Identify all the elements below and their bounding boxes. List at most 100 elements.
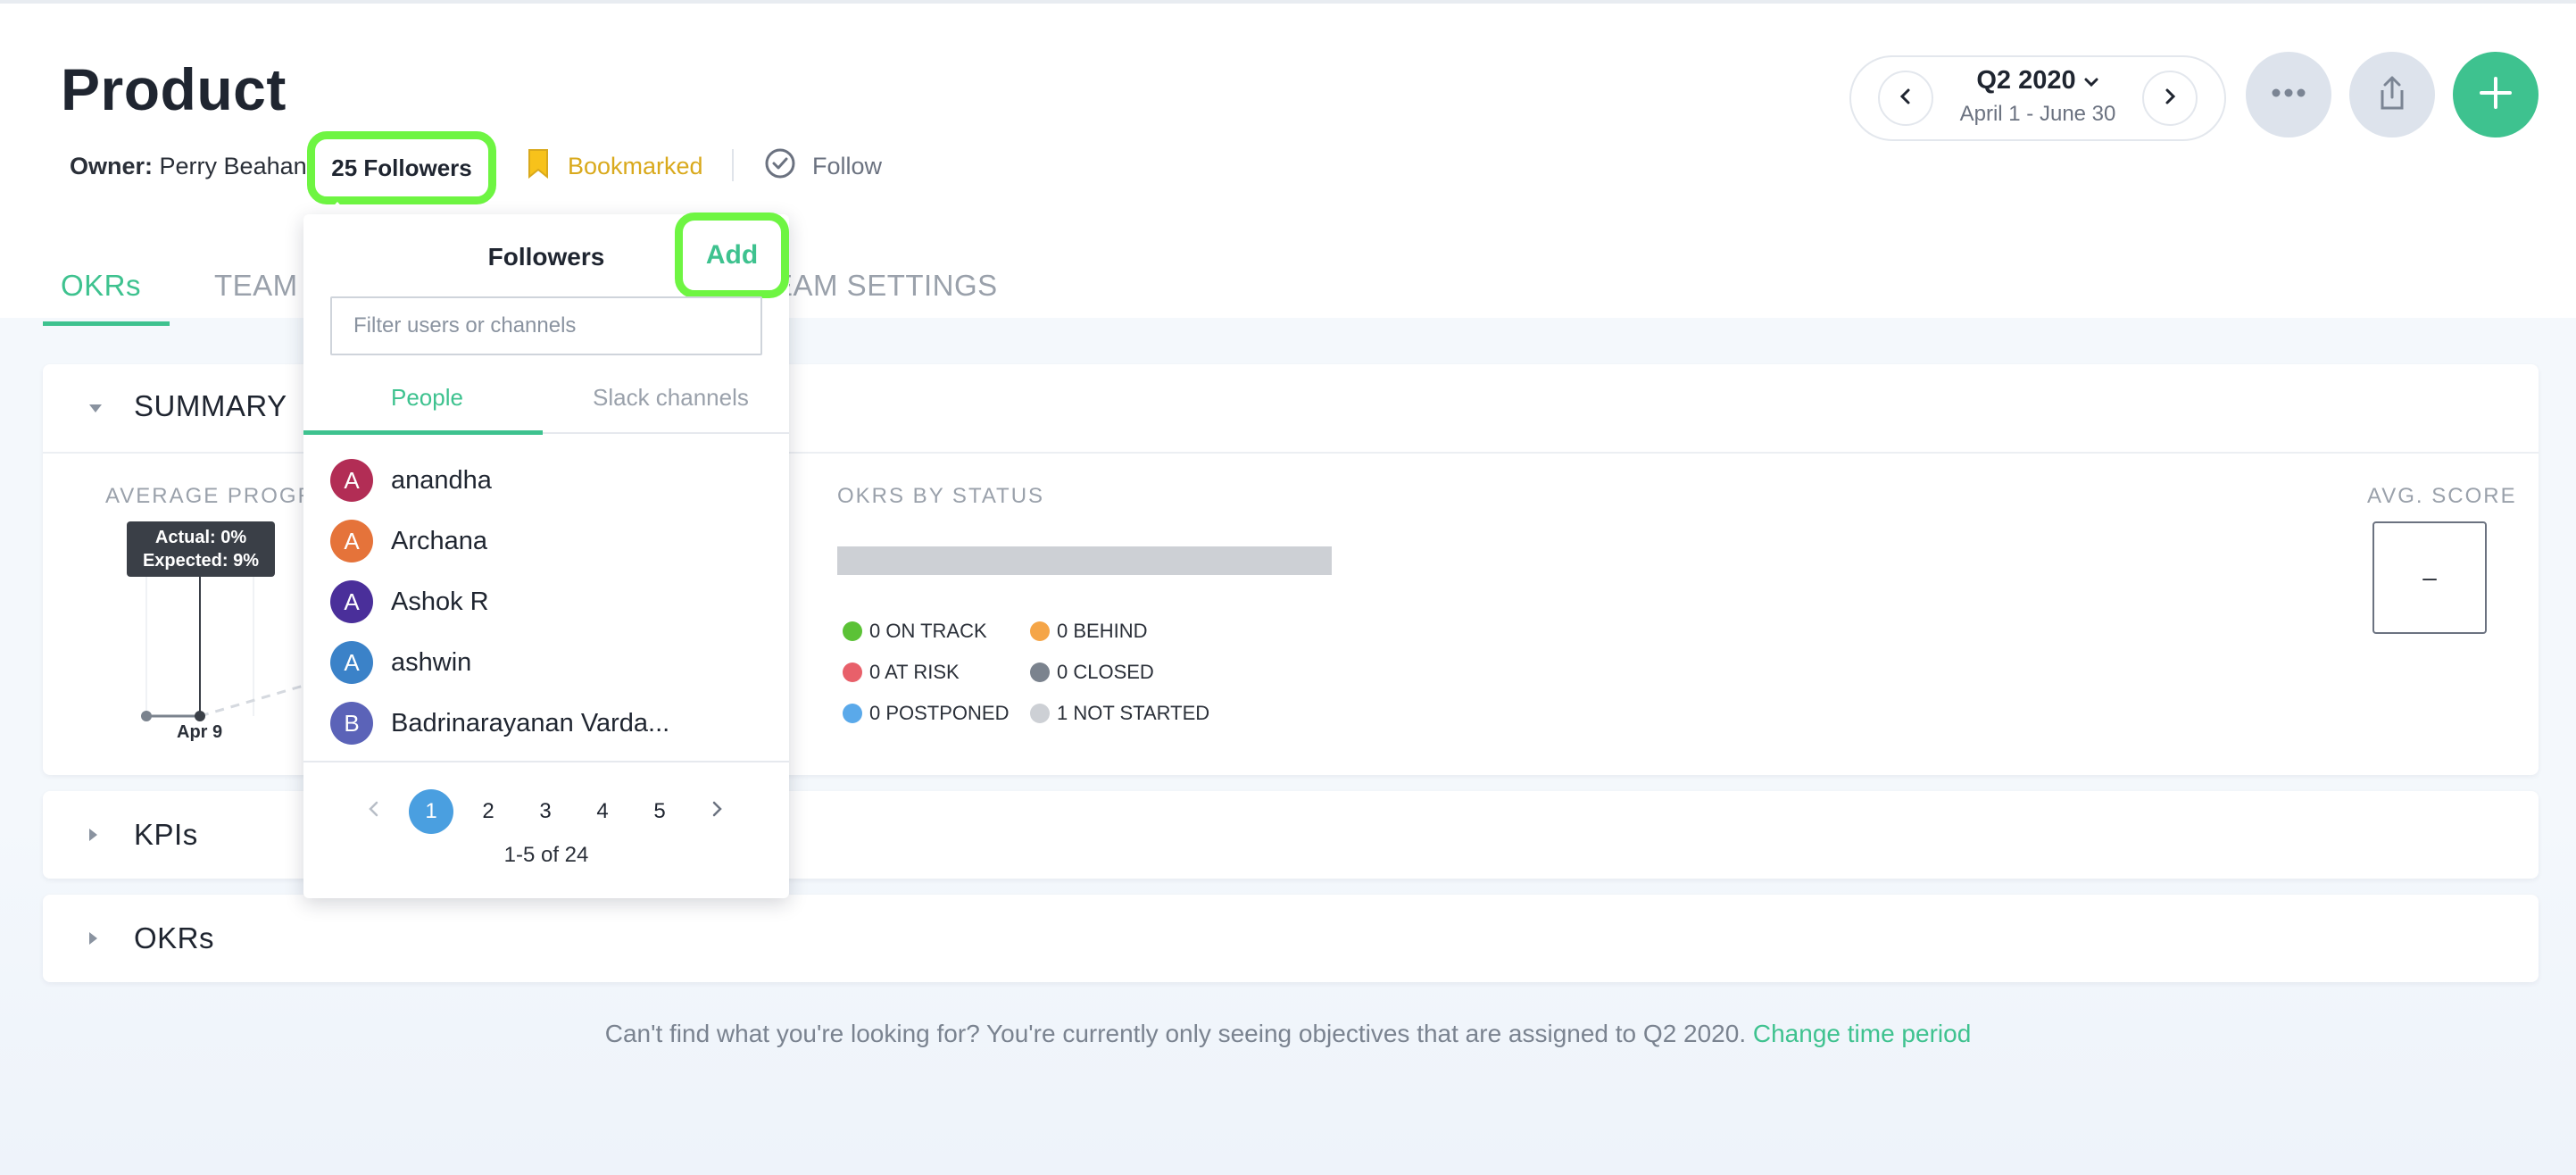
check-circle-icon [764,147,796,186]
owner-text: Owner: Perry Beahan [70,153,307,180]
divider [732,149,734,181]
legend-label: 0 POSTPONED [869,702,1010,724]
pagination: 1 2 3 4 5 [303,789,789,834]
more-dots-icon [2271,87,2306,103]
legend-not-started: 1 NOT STARTED [1030,702,1209,725]
followers-button[interactable]: 25 Followers [307,131,496,204]
avg-score-label: AVG. SCORE [2367,484,2517,508]
legend-at-risk: 0 AT RISK [843,661,960,684]
followers-button-label: 25 Followers [331,154,472,181]
tab-people[interactable]: People [391,384,463,412]
bookmark-label: Bookmarked [568,152,703,179]
status-dot [1030,704,1050,723]
okrs-title: OKRs [134,921,215,954]
period-selector: Q2 2020 April 1 - June 30 [1849,55,2226,141]
legend-behind: 0 BEHIND [1030,620,1147,643]
average-progress-label: AVERAGE PROGR [105,484,315,508]
next-page-button[interactable] [694,789,739,834]
follow-button[interactable]: Follow [764,146,882,186]
owner-row: Owner: Perry Beahan [70,146,307,186]
bookmark-toggle[interactable]: Bookmarked [527,146,703,186]
person-name: anandha [391,465,492,495]
legend-on-track: 0 ON TRACK [843,620,987,643]
caret-down-icon[interactable] [89,404,102,412]
add-follower-button[interactable]: Add [675,212,789,298]
page-button[interactable]: 5 [637,789,682,834]
date-label: Apr 9 [177,722,223,742]
tab-okrs[interactable]: OKRs [61,245,141,327]
avatar: A [330,580,373,623]
tooltip-expected: Expected: 9% [142,551,260,571]
page-title: Product [61,56,287,122]
change-time-period-link[interactable]: Change time period [1753,1020,1971,1047]
filter-input[interactable] [330,296,762,355]
list-item[interactable]: A anandha [330,457,492,504]
start-point [141,711,152,721]
legend-label: 0 AT RISK [869,661,960,683]
caret-right-icon [89,932,97,945]
list-item[interactable]: B Badrinarayanan Varda... [330,700,669,746]
owner-label: Owner: [70,152,154,179]
avatar: B [330,702,373,745]
chevron-right-icon [2163,87,2177,111]
create-button[interactable] [2453,52,2539,138]
kpis-title: KPIs [134,818,198,851]
legend-postponed: 0 POSTPONED [843,702,1009,725]
page-button[interactable]: 2 [466,789,511,834]
owner-name[interactable]: Perry Beahan [160,153,307,179]
okrs-by-status-label: OKRS BY STATUS [837,484,1045,508]
avatar: A [330,641,373,684]
caret-right-icon [89,829,97,841]
okrs-card[interactable]: OKRs [43,895,2539,982]
list-item[interactable]: A Ashok R [330,579,489,625]
status-dot [843,662,862,682]
footer-message: Can't find what you're looking for? You'… [0,1020,2576,1048]
prev-page-button[interactable] [352,789,396,834]
avatar: A [330,459,373,502]
page-count: 1-5 of 24 [503,843,589,867]
avatar: A [330,520,373,562]
legend-label: 0 CLOSED [1057,661,1154,683]
bookmark-icon [527,147,550,186]
legend-label: 1 NOT STARTED [1057,702,1210,724]
list-item[interactable]: A Archana [330,518,487,564]
list-item[interactable]: A ashwin [330,639,471,686]
footer-text: Can't find what you're looking for? You'… [604,1020,1747,1047]
tooltip-actual: Actual: 0% [154,528,247,547]
active-tab-indicator [43,321,170,326]
page-button[interactable]: 1 [409,789,453,834]
expected-progress-line [199,684,303,718]
legend-label: 0 BEHIND [1057,620,1148,642]
status-dot [843,704,862,723]
tab-slack-channels[interactable]: Slack channels [593,384,749,412]
share-icon [2377,74,2407,116]
followers-popover: Followers Add People Slack channels A an… [303,212,789,898]
status-dot [1030,662,1050,682]
tab-team[interactable]: TEAM I [214,245,315,327]
page-button[interactable]: 3 [523,789,568,834]
person-name: ashwin [391,647,472,677]
status-dot [1030,621,1050,641]
chevron-left-icon [368,799,380,825]
summary-title[interactable]: SUMMARY [134,389,287,423]
person-name: Archana [391,526,488,555]
popover-divider [303,761,789,762]
popover-arrow [325,202,350,215]
legend-label: 0 ON TRACK [869,620,987,642]
page-button[interactable]: 4 [580,789,625,834]
current-point [195,711,205,721]
person-name: Badrinarayanan Varda... [391,708,670,738]
quarter-label: Q2 2020 [1976,66,2076,95]
progress-tooltip: Actual: 0% Expected: 9% [127,521,275,577]
more-options-button[interactable] [2246,52,2331,138]
status-bar [837,546,1332,575]
progress-chart [141,571,303,721]
active-tab-indicator [303,430,543,435]
avg-score-value: – [2372,521,2487,634]
follow-label: Follow [812,152,883,179]
tab-team-settings[interactable]: EAM SETTINGS [773,245,998,327]
plus-icon [2478,75,2514,115]
share-button[interactable] [2349,52,2435,138]
person-name: Ashok R [391,587,489,616]
next-period-button[interactable] [2142,71,2198,126]
